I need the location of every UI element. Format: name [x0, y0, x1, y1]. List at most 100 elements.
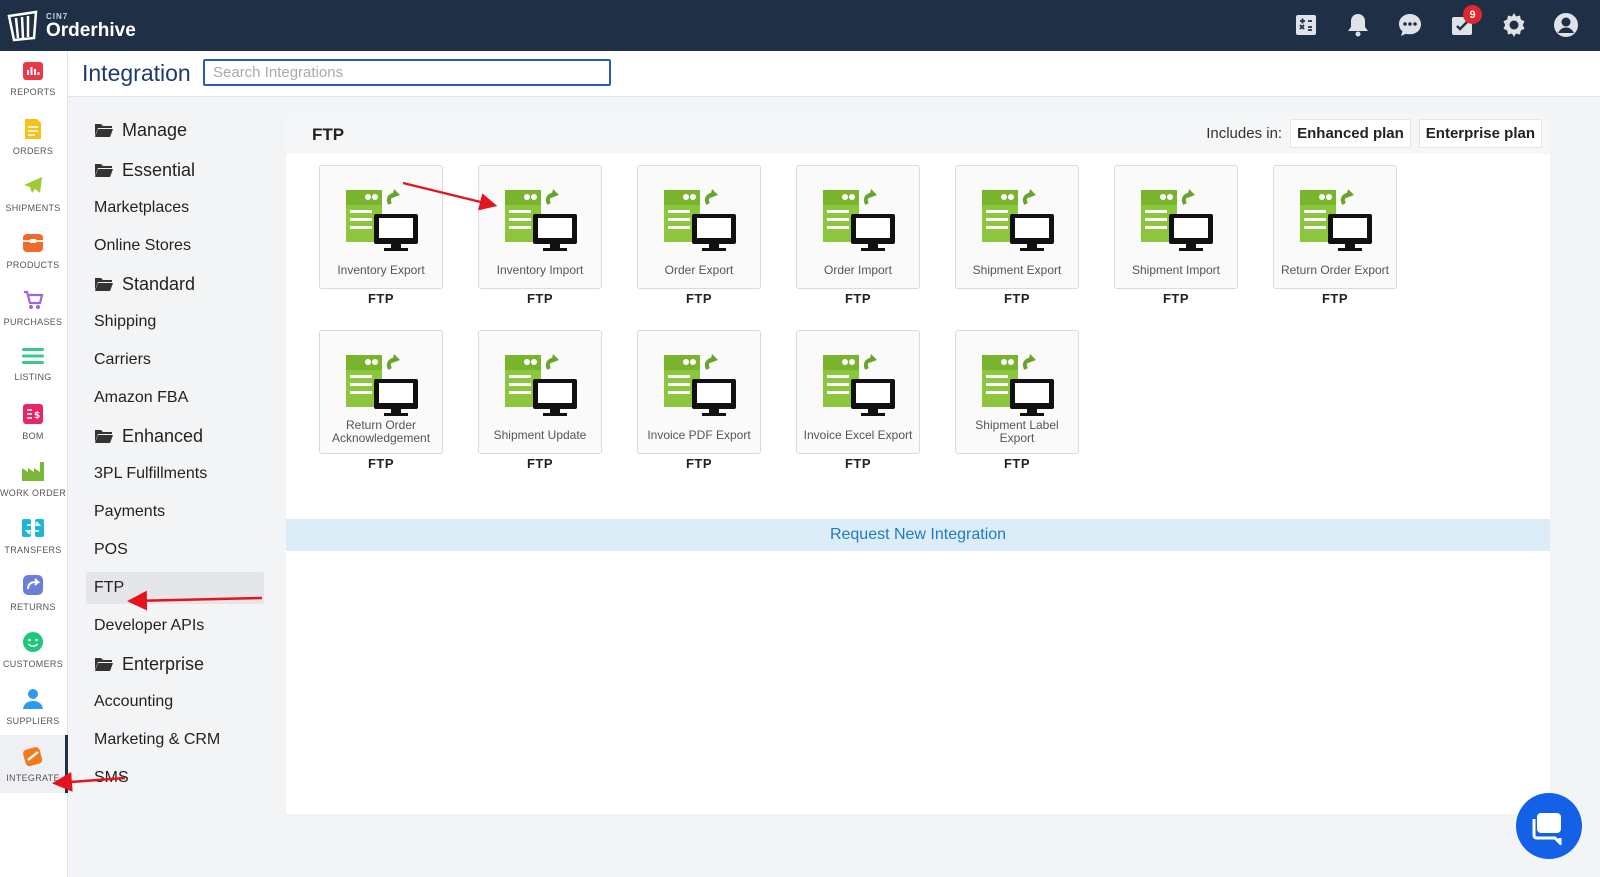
- category-enhanced[interactable]: Enhanced: [86, 420, 264, 452]
- smiley-icon: [23, 632, 43, 652]
- integration-panel: FTP Includes in: Enhanced plan Enterpris…: [286, 114, 1550, 814]
- logo-icon: [7, 10, 38, 42]
- integration-tile[interactable]: Shipment Import FTP: [1114, 165, 1238, 306]
- ftp-server-icon: [821, 351, 897, 422]
- category-online-stores[interactable]: Online Stores: [86, 230, 264, 262]
- nav-products[interactable]: PRODUCTS: [0, 222, 66, 280]
- tile-caption: FTP: [367, 456, 395, 471]
- category-amazon-fba[interactable]: Amazon FBA: [86, 382, 264, 414]
- category-shipping[interactable]: Shipping: [86, 306, 264, 338]
- nav-label: REPORTS: [10, 87, 56, 97]
- tile-box: Shipment Update: [478, 330, 602, 454]
- integration-tile[interactable]: Shipment Update FTP: [478, 330, 602, 471]
- tile-name: Invoice Excel Export: [803, 428, 913, 442]
- category-label: Enhanced: [122, 425, 204, 446]
- category-marketing-crm[interactable]: Marketing & CRM: [86, 724, 264, 756]
- calculator-icon[interactable]: [1290, 9, 1322, 41]
- category-label: Standard: [122, 273, 196, 294]
- category-manage[interactable]: Manage: [86, 114, 264, 146]
- integration-tile[interactable]: Invoice Excel Export FTP: [796, 330, 920, 471]
- category-accounting[interactable]: Accounting: [86, 686, 264, 718]
- nav-shipments[interactable]: SHIPMENTS: [0, 165, 66, 223]
- enterprise-plan-button[interactable]: Enterprise plan: [1418, 119, 1542, 148]
- tile-name: Order Import: [823, 263, 892, 277]
- nav-label: LISTING: [14, 372, 52, 382]
- support-chat-button[interactable]: [1516, 793, 1582, 859]
- tile-caption: FTP: [1003, 456, 1031, 471]
- tile-name: Inventory Import: [496, 263, 584, 277]
- user-account-icon[interactable]: [1550, 9, 1582, 41]
- ftp-server-icon: [662, 186, 738, 257]
- bell-icon[interactable]: [1342, 9, 1374, 41]
- nav-transfers[interactable]: TRANSFERS: [0, 507, 66, 565]
- nav-label: BOM: [22, 431, 44, 441]
- svg-text:$: $: [34, 411, 40, 421]
- nav-listing[interactable]: LISTING: [0, 336, 66, 394]
- tile-box: Shipment Export: [955, 165, 1079, 289]
- tile-name: Order Export: [664, 263, 734, 277]
- nav-reports[interactable]: REPORTS: [0, 51, 66, 109]
- category-3pl-fulfillments[interactable]: 3PL Fulfillments: [86, 458, 264, 490]
- integration-tile[interactable]: Invoice PDF Export FTP: [637, 330, 761, 471]
- integration-tile[interactable]: Order Export FTP: [637, 165, 761, 306]
- integration-tile[interactable]: Shipment Export FTP: [955, 165, 1079, 306]
- nav-orders[interactable]: ORDERS: [0, 108, 66, 166]
- category-essential[interactable]: Essential: [86, 154, 264, 186]
- category-pos[interactable]: POS: [86, 534, 264, 566]
- category-marketplaces[interactable]: Marketplaces: [86, 192, 264, 224]
- tile-caption: FTP: [526, 456, 554, 471]
- integration-tile[interactable]: Return Order Export FTP: [1273, 165, 1397, 306]
- category-ftp[interactable]: FTP: [86, 572, 264, 604]
- nav-label: PURCHASES: [3, 317, 63, 327]
- chat-icon[interactable]: [1394, 9, 1426, 41]
- nav-customers[interactable]: CUSTOMERS: [0, 621, 66, 679]
- tile-box: Inventory Export: [319, 165, 443, 289]
- search-integrations-input[interactable]: [203, 59, 611, 86]
- nav-integrate[interactable]: INTEGRATE: [0, 735, 68, 793]
- page-header: Integration: [68, 51, 1600, 97]
- integration-tile[interactable]: Inventory Export FTP: [319, 165, 443, 306]
- ftp-server-icon: [344, 186, 420, 257]
- nav-suppliers[interactable]: SUPPLIERS: [0, 678, 66, 736]
- folder-icon: [95, 658, 113, 671]
- nav-returns[interactable]: RETURNS: [0, 564, 66, 622]
- nav-label: WORK ORDER: [0, 488, 66, 498]
- enhanced-plan-button[interactable]: Enhanced plan: [1290, 119, 1411, 148]
- notification-badge: 9: [1463, 5, 1482, 24]
- category-developer-apis[interactable]: Developer APIs: [86, 610, 264, 642]
- category-carriers[interactable]: Carriers: [86, 344, 264, 376]
- request-new-integration-link[interactable]: Request New Integration: [286, 519, 1550, 551]
- category-sms[interactable]: SMS: [86, 762, 264, 792]
- ftp-server-icon: [503, 351, 579, 422]
- integration-tile[interactable]: Order Import FTP: [796, 165, 920, 306]
- tile-caption: FTP: [526, 291, 554, 306]
- top-bar: CIN7 Orderhive 9: [0, 0, 1600, 51]
- integration-tile[interactable]: Inventory Import FTP: [478, 165, 602, 306]
- tile-name: Shipment Export: [972, 263, 1062, 277]
- nav-bom[interactable]: $ BOM: [0, 393, 66, 451]
- orderhive-logo[interactable]: CIN7 Orderhive: [6, 6, 166, 46]
- folder-icon: [95, 278, 113, 291]
- tile-name: Shipment Label Export: [975, 418, 1059, 445]
- integration-tile[interactable]: Shipment Label Export FTP: [955, 330, 1079, 471]
- tile-box: Invoice PDF Export: [637, 330, 761, 454]
- nav-label: SHIPMENTS: [5, 203, 61, 213]
- gear-icon[interactable]: [1498, 9, 1530, 41]
- integration-tile[interactable]: Return Order Acknowledgement FTP: [319, 330, 443, 471]
- tile-name: Shipment Import: [1131, 263, 1221, 277]
- folder-icon: [95, 430, 113, 443]
- tile-name: Inventory Export: [337, 263, 425, 277]
- category-enterprise[interactable]: Enterprise: [86, 648, 264, 680]
- nav-label: TRANSFERS: [4, 545, 62, 555]
- ftp-server-icon: [980, 351, 1056, 422]
- nav-label: INTEGRATE: [6, 773, 60, 783]
- category-payments[interactable]: Payments: [86, 496, 264, 528]
- cart-icon: [24, 290, 44, 309]
- nav-work-order[interactable]: WORK ORDER: [0, 450, 66, 508]
- ftp-server-icon: [503, 186, 579, 257]
- ftp-server-icon: [344, 351, 420, 422]
- nav-purchases[interactable]: PURCHASES: [0, 279, 66, 337]
- category-standard[interactable]: Standard: [86, 268, 264, 300]
- tile-name: Shipment Update: [493, 428, 587, 442]
- tasks-icon[interactable]: 9: [1446, 5, 1482, 41]
